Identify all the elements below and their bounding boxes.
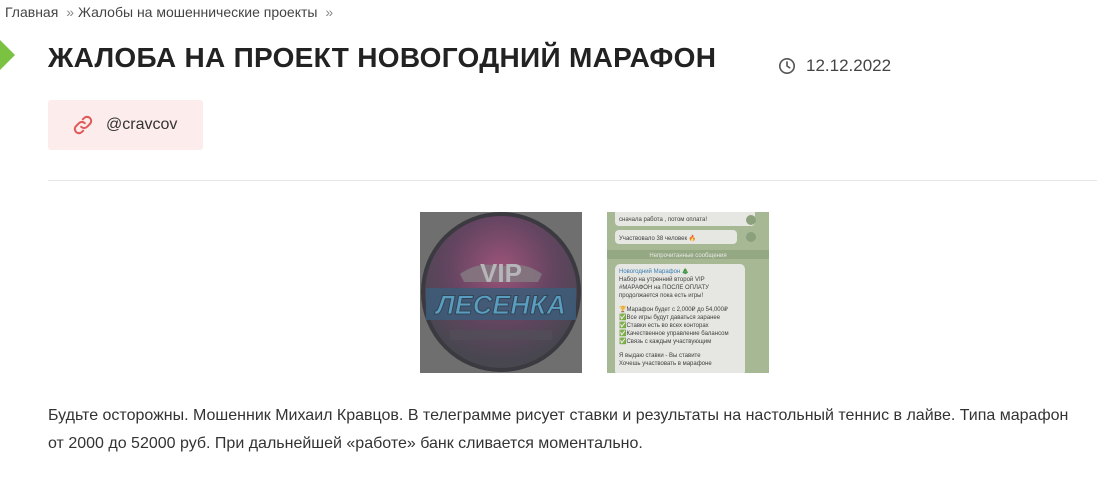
page: Главная » Жалобы на мошеннические проекты… <box>0 0 1097 480</box>
breadcrumb-separator: » <box>66 4 74 20</box>
tag-text: @cravcov <box>106 116 178 133</box>
post-date: 12.12.2022 <box>778 56 891 76</box>
page-title: ЖАЛОБА НА ПРОЕКТ НОВОГОДНИЙ МАРАФОН <box>48 42 717 73</box>
logo-image-thumbnail[interactable]: VIP ЛЕСЕНКА <box>420 212 582 373</box>
image-dim-overlay <box>607 212 769 373</box>
image-dim-overlay <box>420 212 582 373</box>
breadcrumb-home-link[interactable]: Главная <box>5 4 58 20</box>
clock-icon <box>778 57 796 75</box>
link-tag[interactable]: @cravcov <box>48 100 203 150</box>
article-body-text: Будьте осторожны. Мошенник Михаил Кравцо… <box>48 407 1069 452</box>
divider <box>48 180 1097 181</box>
date-text: 12.12.2022 <box>806 56 892 75</box>
link-icon <box>73 115 93 135</box>
section-marker <box>0 40 15 70</box>
breadcrumb-section-link[interactable]: Жалобы на мошеннические проекты <box>78 4 317 20</box>
breadcrumb: Главная » Жалобы на мошеннические проекты… <box>5 4 337 20</box>
breadcrumb-separator: » <box>325 4 334 20</box>
chat-screenshot-thumbnail[interactable]: сначала работа , потом оплата! Участвова… <box>607 212 769 373</box>
